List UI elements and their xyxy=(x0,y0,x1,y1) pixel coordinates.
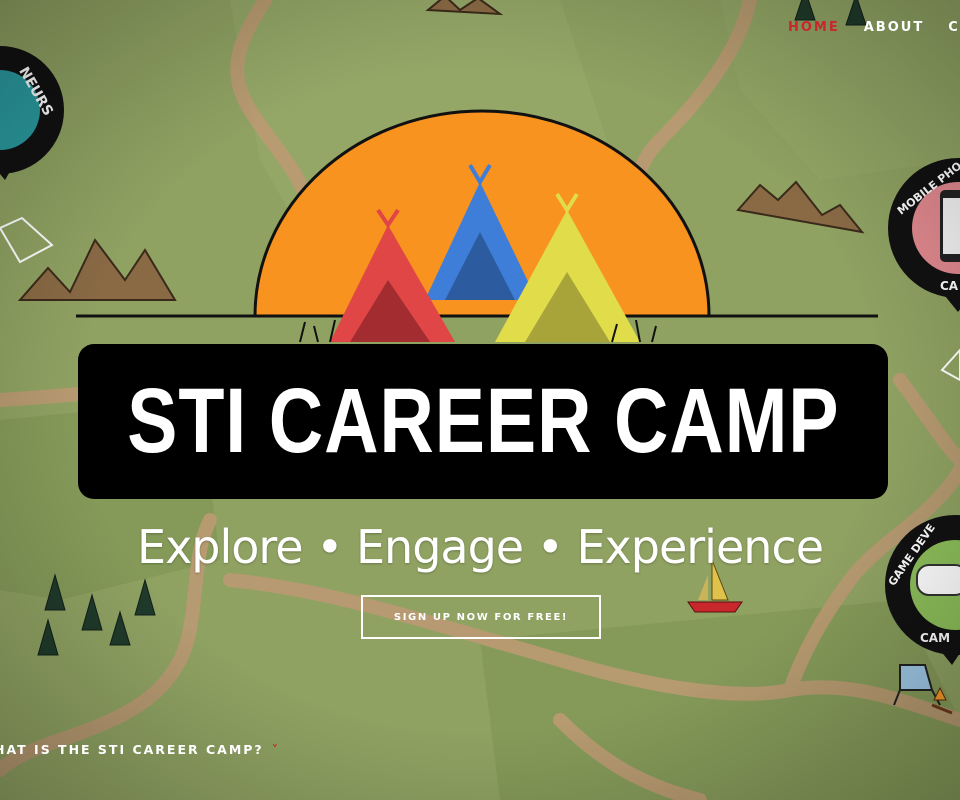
what-is-camp-label: HAT IS THE STI CAREER CAMP? xyxy=(0,742,264,757)
nav-about[interactable]: ABOUT xyxy=(864,20,924,35)
nav-camps[interactable]: CA xyxy=(948,20,960,35)
nav-home[interactable]: HOME xyxy=(788,20,840,35)
signup-button[interactable]: SIGN UP NOW FOR FREE! xyxy=(361,595,601,639)
top-nav: HOME ABOUT CA xyxy=(788,20,960,35)
hero-tagline: Explore • Engage • Experience xyxy=(137,520,824,574)
chevron-down-icon: ˅ xyxy=(271,742,280,757)
what-is-camp-link[interactable]: HAT IS THE STI CAREER CAMP? ˅ xyxy=(0,742,280,757)
hero-title-banner: STI CAREER CAMP xyxy=(78,344,888,499)
hero-title: STI CAREER CAMP xyxy=(126,370,840,472)
